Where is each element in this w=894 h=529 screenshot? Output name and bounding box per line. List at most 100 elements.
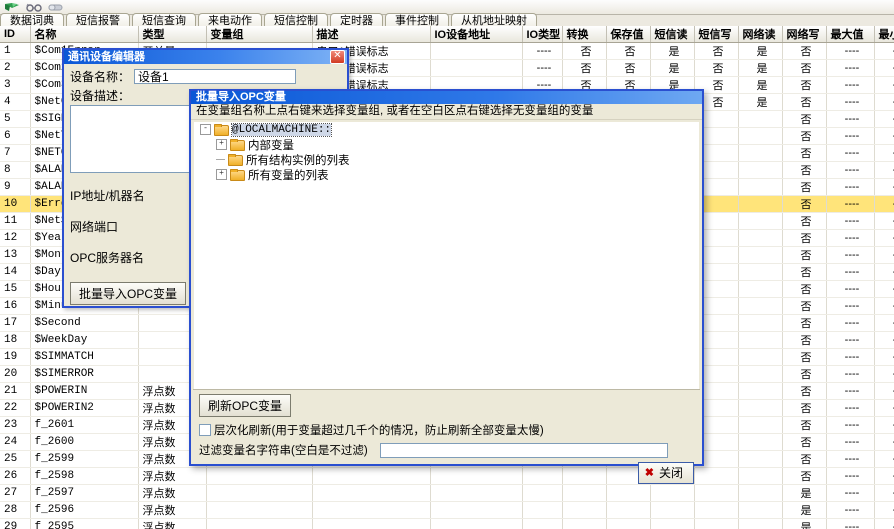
cell-netw: 否	[782, 297, 827, 315]
cell-id: 10	[0, 195, 31, 213]
cell-id: 4	[0, 93, 31, 111]
cell-id: 27	[0, 484, 31, 502]
flag-icon[interactable]	[4, 2, 20, 13]
cell-id: 12	[0, 229, 31, 247]
cell-name: f_2600	[30, 433, 139, 451]
cell-netr	[738, 518, 783, 529]
cell-max: ----	[826, 501, 875, 519]
cell-max: ----	[826, 365, 875, 383]
column-header-4[interactable]: 描述	[312, 26, 431, 43]
cell-id: 28	[0, 501, 31, 519]
column-header-14[interactable]: 最小值	[874, 26, 894, 43]
cell-id: 13	[0, 246, 31, 264]
hierarchical-refresh-label: 层次化刷新(用于变量超过几千个的情况，防止刷新全部变量太慢)	[214, 425, 544, 437]
cell-name: f_2596	[30, 501, 139, 519]
column-header-2[interactable]: 类型	[138, 26, 207, 43]
device-name-input[interactable]	[134, 69, 297, 84]
cell-id: 11	[0, 212, 31, 230]
cell-id: 2	[0, 59, 31, 77]
cell-min: ----	[874, 110, 894, 128]
filter-label: 过滤变量名字符串(空白是不过滤)	[199, 445, 368, 457]
cell-netr	[738, 382, 783, 400]
folder-icon	[230, 139, 245, 151]
opc-import-title: 批量导入OPC变量	[196, 91, 286, 103]
cell-netr	[738, 110, 783, 128]
tree-node[interactable]: 所有结构实例的列表	[194, 152, 699, 167]
column-header-3[interactable]: 变量组	[206, 26, 313, 43]
table-row[interactable]: 29f_2595浮点数是------------	[0, 518, 894, 529]
batch-import-opc-button[interactable]: 批量导入OPC变量	[70, 282, 187, 305]
cell-id: 21	[0, 382, 31, 400]
cell-max: ----	[826, 263, 875, 281]
cell-max: ----	[826, 212, 875, 230]
cell-netw: 否	[782, 93, 827, 111]
column-header-5[interactable]: IO设备地址	[430, 26, 523, 43]
column-header-8[interactable]: 保存值	[606, 26, 651, 43]
cell-max: ----	[826, 297, 875, 315]
tree-node[interactable]: + 所有变量的列表	[194, 167, 699, 182]
cell-min: ----	[874, 518, 894, 529]
column-header-11[interactable]: 网络读	[738, 26, 783, 43]
cell-id: 5	[0, 110, 31, 128]
column-header-9[interactable]: 短信读	[650, 26, 695, 43]
expand-icon[interactable]: +	[216, 169, 227, 180]
cell-netw: 否	[782, 42, 827, 60]
table-row[interactable]: 27f_2597浮点数是------------	[0, 484, 894, 502]
cell-min: ----	[874, 484, 894, 502]
tree-node[interactable]: - @LOCALMACHINE::	[194, 122, 699, 137]
cell-netr	[738, 331, 783, 349]
cell-netr	[738, 433, 783, 451]
tree-node-label[interactable]: 内部变量	[248, 137, 294, 153]
table-row[interactable]: 28f_2596浮点数是------------	[0, 501, 894, 519]
device-editor-titlebar[interactable]: 通讯设备编辑器 ✕	[64, 50, 347, 64]
hierarchical-refresh-row[interactable]: 层次化刷新(用于变量超过几千个的情况，防止刷新全部变量太慢)	[199, 422, 694, 438]
cell-max: ----	[826, 178, 875, 196]
tree-node-label[interactable]: 所有变量的列表	[248, 167, 329, 183]
cell-netr	[738, 297, 783, 315]
pill-icon[interactable]	[48, 2, 64, 13]
cell-addr	[430, 484, 523, 502]
refresh-opc-variables-button[interactable]: 刷新OPC变量	[199, 394, 292, 417]
cell-desc	[312, 518, 431, 529]
cell-min: ----	[874, 297, 894, 315]
cell-min: ----	[874, 450, 894, 468]
cell-smsr: 是	[650, 42, 695, 60]
column-header-10[interactable]: 短信写	[694, 26, 739, 43]
cell-min: ----	[874, 93, 894, 111]
cell-min: ----	[874, 314, 894, 332]
tree-node-label[interactable]: 所有结构实例的列表	[246, 152, 350, 168]
column-header-1[interactable]: 名称	[30, 26, 139, 43]
hierarchical-refresh-checkbox[interactable]	[199, 424, 211, 436]
close-dialog-button[interactable]: ✖ 关闭	[637, 462, 694, 484]
opc-import-titlebar[interactable]: 批量导入OPC变量	[191, 91, 702, 104]
tree-node[interactable]: + 内部变量	[194, 137, 699, 152]
cell-netr	[738, 229, 783, 247]
cell-id: 26	[0, 467, 31, 485]
expand-icon[interactable]: +	[216, 139, 227, 150]
column-header-6[interactable]: IO类型	[522, 26, 563, 43]
tree-node-label[interactable]: @LOCALMACHINE::	[230, 122, 333, 137]
column-header-13[interactable]: 最大值	[826, 26, 875, 43]
cell-min: ----	[874, 467, 894, 485]
cell-min: ----	[874, 399, 894, 417]
cell-max: ----	[826, 348, 875, 366]
cell-netr	[738, 348, 783, 366]
cell-netw: 否	[782, 144, 827, 162]
cell-id: 29	[0, 518, 31, 529]
cell-smsw: 否	[694, 42, 739, 60]
column-header-0[interactable]: ID	[0, 26, 31, 43]
cell-type: 浮点数	[138, 467, 207, 485]
glasses-icon[interactable]	[26, 2, 42, 13]
collapse-icon[interactable]: -	[200, 124, 211, 135]
cell-id: 18	[0, 331, 31, 349]
cell-id: 17	[0, 314, 31, 332]
column-header-7[interactable]: 转换	[562, 26, 607, 43]
cell-addr	[430, 518, 523, 529]
filter-input[interactable]	[379, 442, 668, 458]
close-icon[interactable]: ✕	[330, 50, 345, 64]
cell-netw: 是	[782, 518, 827, 529]
cell-min: ----	[874, 161, 894, 179]
column-header-12[interactable]: 网络写	[782, 26, 827, 43]
opc-variable-tree[interactable]: - @LOCALMACHINE:: + 内部变量 所有结构实例的列表 + 所有变量的列表	[193, 121, 700, 395]
opc-import-dialog[interactable]: 批量导入OPC变量 在变量组名称上点右键来选择变量组, 或者在空白区点右键选择无…	[189, 89, 704, 484]
